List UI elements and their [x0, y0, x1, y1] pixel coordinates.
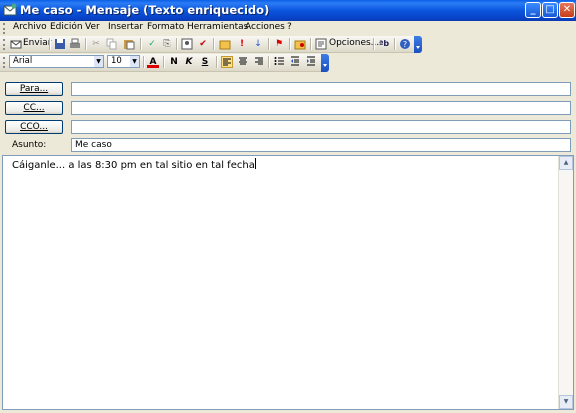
close-icon: ✕: [562, 4, 572, 15]
flag-icon[interactable]: ⚑: [273, 38, 285, 50]
standard-toolbar: Enviar ✂ ✓ ⎘ ✔ ! ↓ ⚑ Opciones... ªb ?: [0, 36, 422, 53]
toolbar-options-chevron[interactable]: [321, 54, 329, 72]
align-center-icon[interactable]: [237, 56, 249, 68]
close-button[interactable]: ✕: [559, 2, 575, 18]
toolbar-separator: [213, 38, 215, 50]
scroll-up-icon[interactable]: ▲: [559, 156, 573, 170]
toolbar-separator: [143, 56, 145, 68]
title-bar[interactable]: Me caso - Mensaje (Texto enriquecido) _ …: [0, 0, 576, 21]
menu-ver[interactable]: Ver: [85, 22, 100, 32]
align-right-icon[interactable]: [253, 56, 265, 68]
decrease-indent-icon[interactable]: [289, 56, 301, 68]
svg-text:?: ?: [403, 40, 407, 49]
print-icon[interactable]: [69, 38, 81, 50]
cut-icon[interactable]: ✂: [90, 38, 102, 50]
to-button[interactable]: Para...: [5, 82, 63, 96]
importance-high-icon[interactable]: !: [236, 38, 248, 50]
scroll-down-icon[interactable]: ▼: [559, 395, 573, 409]
font-select-value: Arial: [13, 56, 33, 66]
copy-icon[interactable]: [106, 38, 118, 50]
increase-indent-icon[interactable]: [305, 56, 317, 68]
menu-herramientas[interactable]: Herramientas: [187, 22, 248, 32]
check-names-icon[interactable]: ✔: [197, 38, 209, 50]
toolbar-separator: [394, 38, 396, 50]
menu-formato[interactable]: Formato: [147, 22, 184, 32]
italic-button[interactable]: K: [183, 56, 195, 68]
menubar-grip[interactable]: [3, 23, 7, 34]
toolbar-separator: [268, 56, 270, 68]
send-button[interactable]: Enviar: [23, 38, 51, 48]
toolbar-separator: [140, 38, 142, 50]
bcc-button-label: CCO...: [20, 122, 48, 132]
align-left-icon[interactable]: [221, 56, 233, 68]
toolbar-separator: [373, 38, 375, 50]
maximize-icon: □: [545, 4, 555, 15]
chevron-down-icon: ▼: [130, 56, 139, 67]
underline-button[interactable]: S: [199, 56, 211, 68]
bullets-icon[interactable]: [273, 56, 285, 68]
importance-low-icon[interactable]: ↓: [252, 38, 264, 50]
minimize-icon: _: [530, 4, 536, 15]
text-caret: [254, 158, 256, 169]
toolbar-options-chevron[interactable]: [414, 36, 422, 53]
toolbar-separator: [310, 38, 312, 50]
window-title: Me caso - Mensaje (Texto enriquecido): [20, 3, 270, 17]
menu-edicion[interactable]: Edición: [50, 22, 83, 32]
attach-icon[interactable]: ⎘: [161, 38, 173, 50]
menu-bar: Archivo Edición Ver Insertar Formato Her…: [0, 21, 576, 36]
minimize-button[interactable]: _: [525, 2, 541, 18]
toolbar-separator: [268, 38, 270, 50]
chevron-down-icon: ▼: [94, 56, 103, 67]
menu-insertar[interactable]: Insertar: [108, 22, 143, 32]
toolbar-separator: [216, 56, 218, 68]
bold-button[interactable]: N: [168, 56, 180, 68]
maximize-button[interactable]: □: [542, 2, 558, 18]
font-size-select[interactable]: 10 ▼: [107, 55, 140, 68]
bcc-button[interactable]: CCO...: [5, 120, 63, 134]
message-body[interactable]: Cáiganle... a las 8:30 pm en tal sitio e…: [2, 155, 574, 410]
formatting-toolbar: Arial ▼ 10 ▼ A N K S: [0, 54, 329, 72]
toolbar-separator: [49, 38, 51, 50]
options-icon: [315, 38, 327, 50]
message-body-content: Cáiganle... a las 8:30 pm en tal sitio e…: [12, 160, 255, 171]
permission-icon[interactable]: [294, 38, 306, 50]
address-book-icon[interactable]: [181, 38, 193, 50]
cc-button[interactable]: CC...: [5, 101, 63, 115]
to-field[interactable]: [71, 82, 571, 96]
message-app-icon: [3, 3, 17, 16]
to-button-label: Para...: [19, 84, 49, 94]
font-color-icon[interactable]: A: [147, 56, 159, 68]
paste-icon[interactable]: [123, 38, 135, 50]
menu-acciones[interactable]: Acciones: [245, 22, 285, 32]
save-icon[interactable]: [54, 38, 66, 50]
cc-button-label: CC...: [23, 103, 45, 113]
menu-help[interactable]: ?: [287, 22, 292, 32]
subject-label: Asunto:: [12, 140, 47, 150]
insert-file-icon[interactable]: [219, 38, 231, 50]
help-icon[interactable]: ?: [399, 38, 411, 50]
bcc-field[interactable]: [71, 120, 571, 134]
toolbar-separator: [176, 38, 178, 50]
spelling-icon[interactable]: ✓: [146, 38, 158, 50]
toolbar-separator: [289, 38, 291, 50]
menu-archivo[interactable]: Archivo: [13, 22, 47, 32]
vertical-scrollbar[interactable]: ▲ ▼: [558, 156, 573, 409]
toolbar-separator: [85, 38, 87, 50]
toolbar-grip[interactable]: [3, 57, 5, 68]
options-button[interactable]: Opciones...: [329, 38, 379, 48]
message-body-text: Cáiganle... a las 8:30 pm en tal sitio e…: [12, 158, 256, 171]
font-select[interactable]: Arial ▼: [9, 55, 104, 68]
font-size-value: 10: [111, 56, 122, 66]
send-icon: [10, 38, 22, 50]
cc-field[interactable]: [71, 101, 571, 115]
toolbar-grip[interactable]: [3, 39, 5, 50]
toolbar-separator: [163, 56, 165, 68]
translate-icon[interactable]: ªb: [378, 38, 390, 50]
subject-field[interactable]: Me caso: [71, 138, 571, 152]
